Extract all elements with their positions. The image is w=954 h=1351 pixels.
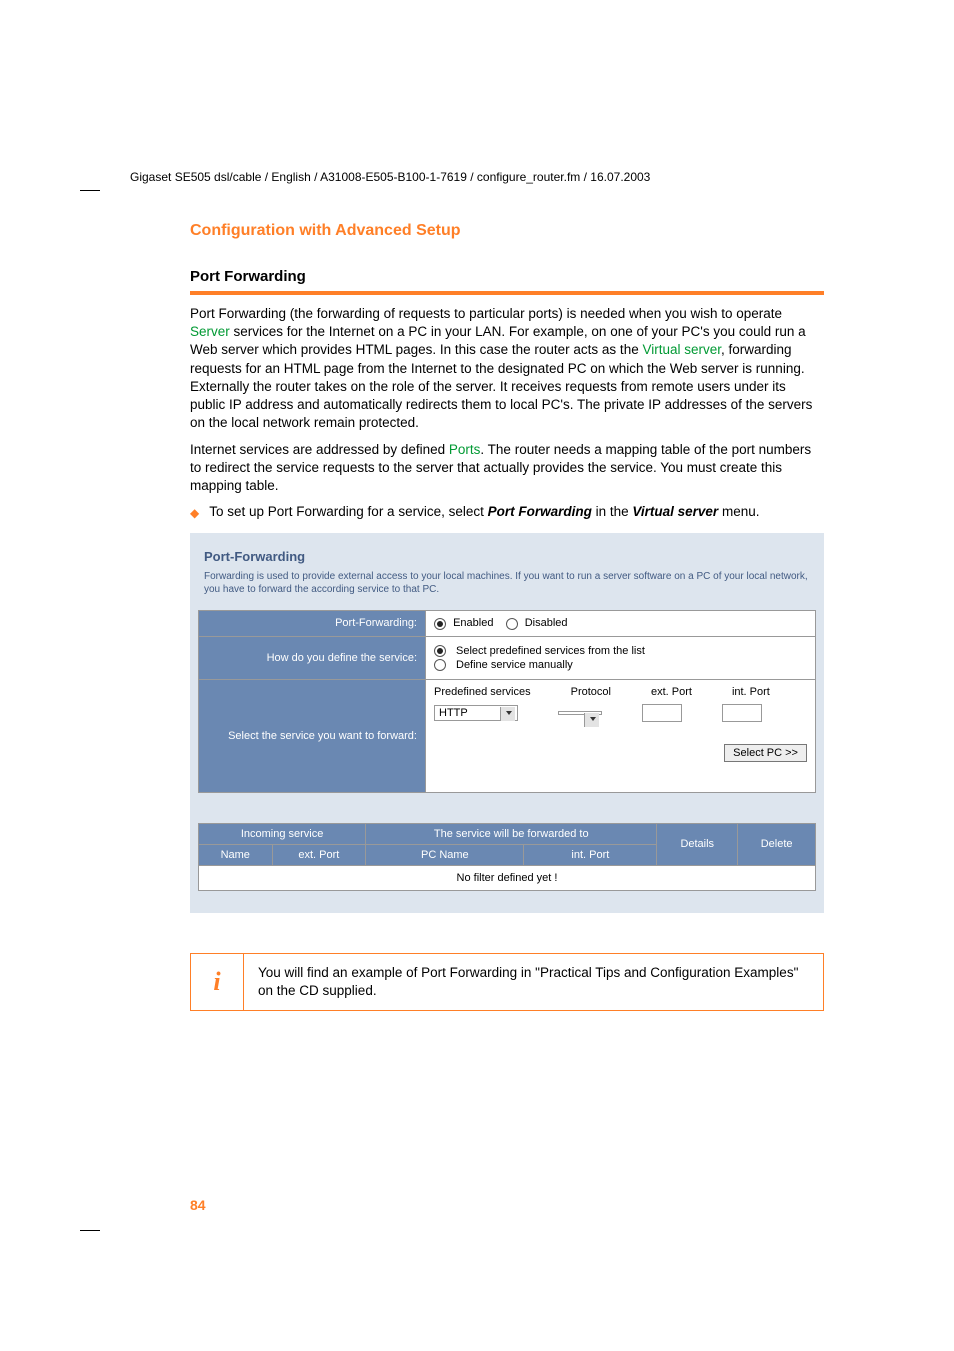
- config-table: Port-Forwarding: Enabled Disabled How do…: [198, 610, 816, 792]
- radio-label: Select predefined services from the list: [456, 645, 645, 657]
- radio-label: Disabled: [525, 617, 568, 629]
- screenshot-panel: Port-Forwarding Forwarding is used to pr…: [190, 533, 824, 912]
- radio-enabled[interactable]: [434, 618, 446, 630]
- ext-port-input[interactable]: [642, 704, 682, 722]
- paragraph-2: Internet services are addressed by defin…: [190, 441, 824, 496]
- glossary-link-virtual-server[interactable]: Virtual server: [642, 342, 721, 357]
- panel-description: Forwarding is used to provide external a…: [204, 570, 810, 596]
- col-header: int. Port: [524, 844, 657, 865]
- protocol-select[interactable]: [558, 711, 602, 715]
- radio-disabled[interactable]: [506, 618, 518, 630]
- bullet-icon: ◆: [190, 506, 199, 520]
- col-group-header: Incoming service: [199, 823, 366, 844]
- chevron-down-icon: [590, 717, 596, 721]
- empty-state-row: No filter defined yet !: [199, 865, 816, 890]
- col-header: ext. Port: [272, 844, 366, 865]
- info-icon: i: [191, 954, 244, 1010]
- predefined-service-select[interactable]: HTTP: [434, 705, 518, 721]
- col-header-details: Details: [657, 823, 738, 865]
- col-header: ext. Port: [651, 686, 692, 698]
- row-label: Port-Forwarding:: [199, 611, 426, 636]
- glossary-link-server[interactable]: Server: [190, 324, 230, 339]
- col-header: PC Name: [366, 844, 524, 865]
- col-header: int. Port: [732, 686, 770, 698]
- section-title: Configuration with Advanced Setup: [190, 222, 824, 240]
- text: menu.: [718, 504, 759, 519]
- col-header: Protocol: [571, 686, 611, 698]
- select-pc-button[interactable]: Select PC >>: [724, 744, 807, 762]
- divider: [190, 291, 824, 295]
- text: To set up Port Forwarding for a service,…: [209, 504, 487, 519]
- info-text: You will find an example of Port Forward…: [244, 954, 823, 1010]
- text: Port Forwarding (the forwarding of reque…: [190, 306, 782, 321]
- radio-label: Define service manually: [456, 659, 573, 671]
- bullet-text: To set up Port Forwarding for a service,…: [209, 503, 759, 521]
- row-label: Select the service you want to forward:: [199, 679, 426, 792]
- bullet-item: ◆ To set up Port Forwarding for a servic…: [190, 503, 824, 521]
- col-header: Predefined services: [434, 686, 531, 698]
- row-label: How do you define the service:: [199, 636, 426, 679]
- text: Internet services are addressed by defin…: [190, 442, 449, 457]
- paragraph-1: Port Forwarding (the forwarding of reque…: [190, 305, 824, 433]
- panel-title: Port-Forwarding: [204, 549, 816, 564]
- page-number: 84: [190, 1197, 206, 1213]
- select-value: HTTP: [439, 707, 468, 719]
- info-box: i You will find an example of Port Forwa…: [190, 953, 824, 1011]
- text: in the: [592, 504, 633, 519]
- col-header-delete: Delete: [738, 823, 816, 865]
- col-header: Name: [199, 844, 273, 865]
- radio-predefined[interactable]: [434, 645, 446, 657]
- glossary-link-ports[interactable]: Ports: [449, 442, 481, 457]
- radio-label: Enabled: [453, 617, 493, 629]
- emphasis: Port Forwarding: [488, 504, 592, 519]
- radio-manual[interactable]: [434, 659, 446, 671]
- emphasis: Virtual server: [632, 504, 718, 519]
- forwarding-list-table: Incoming service The service will be for…: [198, 823, 816, 891]
- chevron-down-icon: [506, 711, 512, 715]
- int-port-input[interactable]: [722, 704, 762, 722]
- document-header: Gigaset SE505 dsl/cable / English / A310…: [130, 170, 824, 184]
- subsection-title: Port Forwarding: [190, 268, 824, 285]
- col-group-header: The service will be forwarded to: [366, 823, 657, 844]
